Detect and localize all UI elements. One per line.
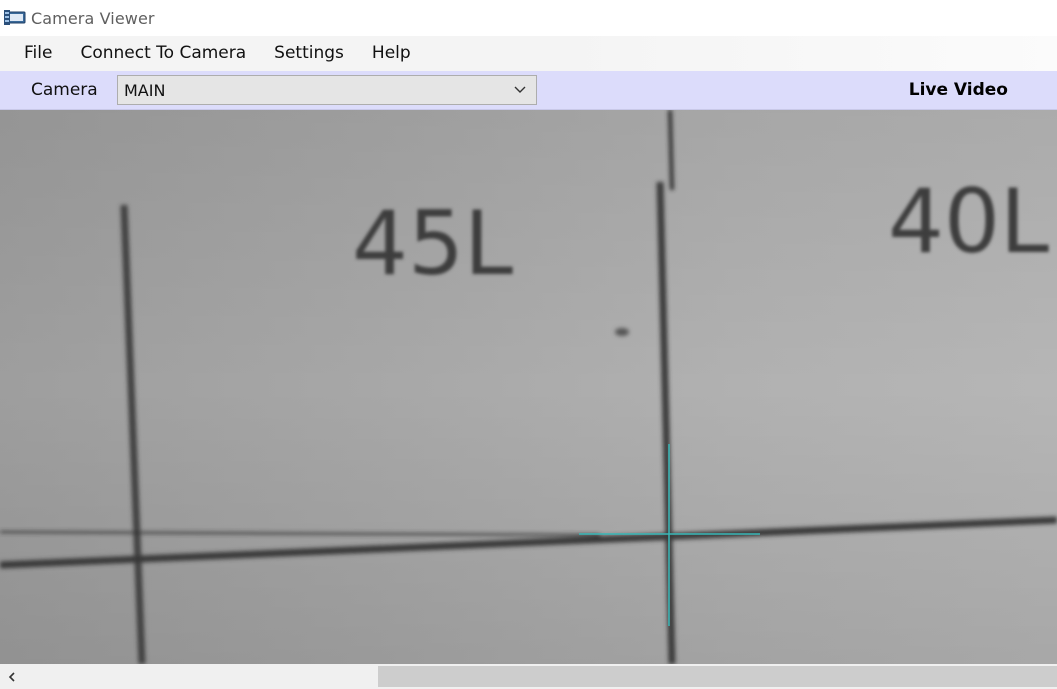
camera-app-icon [2,7,28,29]
window-title: Camera Viewer [31,8,155,28]
center-vertical-line-top [668,110,674,191]
dust-speck [615,328,629,336]
camera-select-value: MAIN [124,80,166,100]
camera-label: Camera [31,80,98,100]
chevron-left-icon[interactable] [0,664,24,689]
chevron-down-icon[interactable] [512,82,528,98]
live-video-view[interactable]: 45L 40L [0,110,1057,664]
scrollbar-thumb[interactable] [378,666,1057,687]
video-frame: 45L 40L [0,110,1057,664]
title-bar: Camera Viewer [0,0,1057,36]
camera-viewer-window: Camera Viewer File Connect To Camera Set… [0,0,1057,689]
menu-bar: File Connect To Camera Settings Help [0,36,1057,71]
menu-file[interactable]: File [10,36,66,71]
menu-help[interactable]: Help [358,36,425,71]
mark-40l: 40L [888,170,1049,273]
horizontal-scrollbar[interactable] [0,664,1057,689]
camera-select[interactable]: MAIN [117,75,537,105]
menu-settings[interactable]: Settings [260,36,358,71]
mark-45l: 45L [352,192,513,295]
menu-connect-to-camera[interactable]: Connect To Camera [66,36,260,71]
camera-toolbar: Camera MAIN Live Video [0,71,1057,110]
live-video-label: Live Video [908,80,1008,100]
